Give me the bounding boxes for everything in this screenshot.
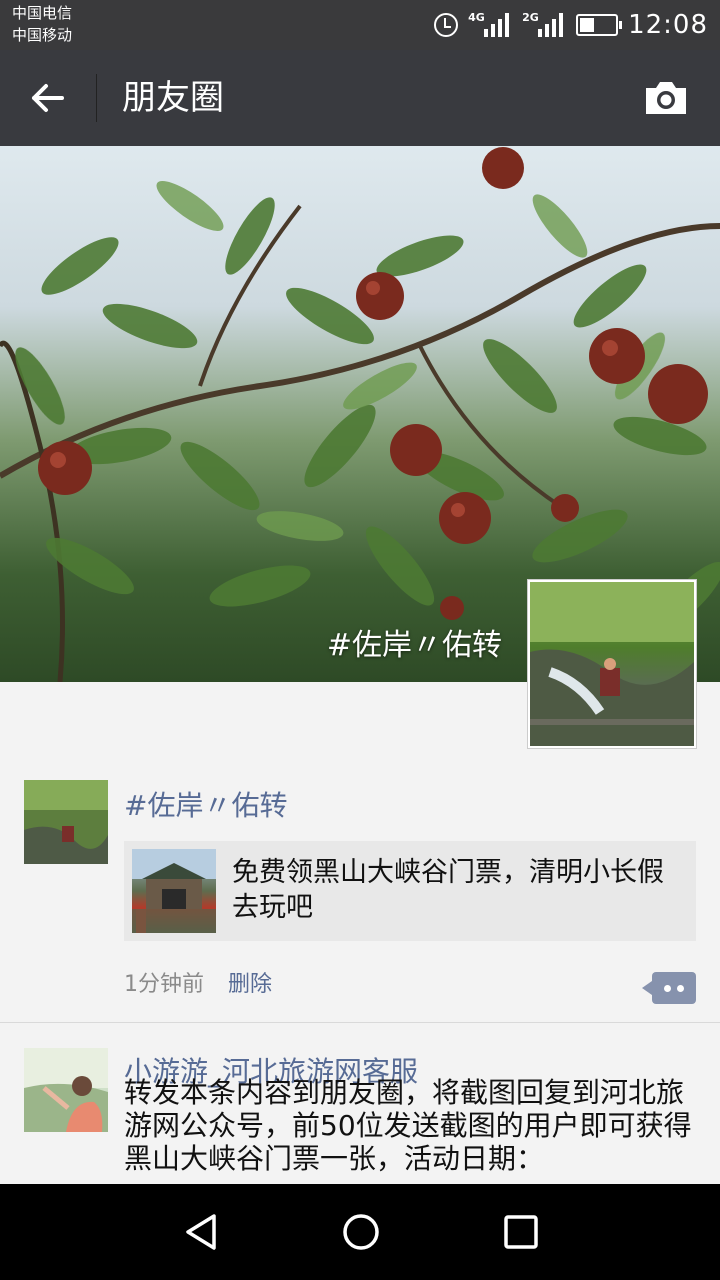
page-title: 朋友圈 (122, 78, 224, 118)
post-avatar[interactable] (24, 1048, 108, 1132)
camera-button[interactable] (642, 78, 690, 118)
profile-avatar[interactable] (528, 580, 696, 748)
alarm-clock-icon (434, 13, 459, 37)
title-bar: 朋友圈 (0, 50, 720, 146)
title-divider (96, 74, 97, 122)
status-bar: 中国电信 中国移动 4G 2G 12:08 (0, 0, 720, 50)
back-button[interactable] (22, 74, 74, 122)
signal-2g-icon: 2G (522, 9, 566, 41)
nav-back-button[interactable] (178, 1208, 226, 1256)
cover-user-name[interactable]: #佐岸〃佑转 (327, 620, 502, 664)
nav-recents-button[interactable] (497, 1208, 545, 1256)
nav-home-button[interactable] (337, 1208, 385, 1256)
circle-home-icon (343, 1214, 379, 1250)
signal-4g-icon: 4G (468, 9, 512, 41)
carrier-2: 中国移动 (12, 26, 73, 44)
carrier-1: 中国电信 (12, 4, 73, 22)
profile-avatar-image (530, 582, 694, 746)
triangle-back-icon (186, 1214, 216, 1250)
post-text: 转发本条内容到朋友圈，将截图回复到河北旅游网公众号，前50位发送截图的用户即可获… (124, 1076, 692, 1175)
arrow-left-icon (32, 84, 64, 112)
moments-feed: #佐岸〃佑转 免费领黑山大峡谷门票，清明小长假去玩吧 1分钟前 删除 小游游_河… (0, 682, 720, 1184)
carrier-info: 中国电信 中国移动 (12, 2, 72, 46)
status-time: 12:08 (628, 10, 708, 40)
battery-icon (576, 14, 623, 36)
system-nav-bar (0, 1184, 720, 1280)
camera-icon (646, 82, 686, 114)
moment-post: 小游游_河北旅游网客服 转发本条内容到朋友圈，将截图回复到河北旅游网公众号，前5… (0, 682, 720, 1184)
square-recents-icon (504, 1215, 538, 1249)
